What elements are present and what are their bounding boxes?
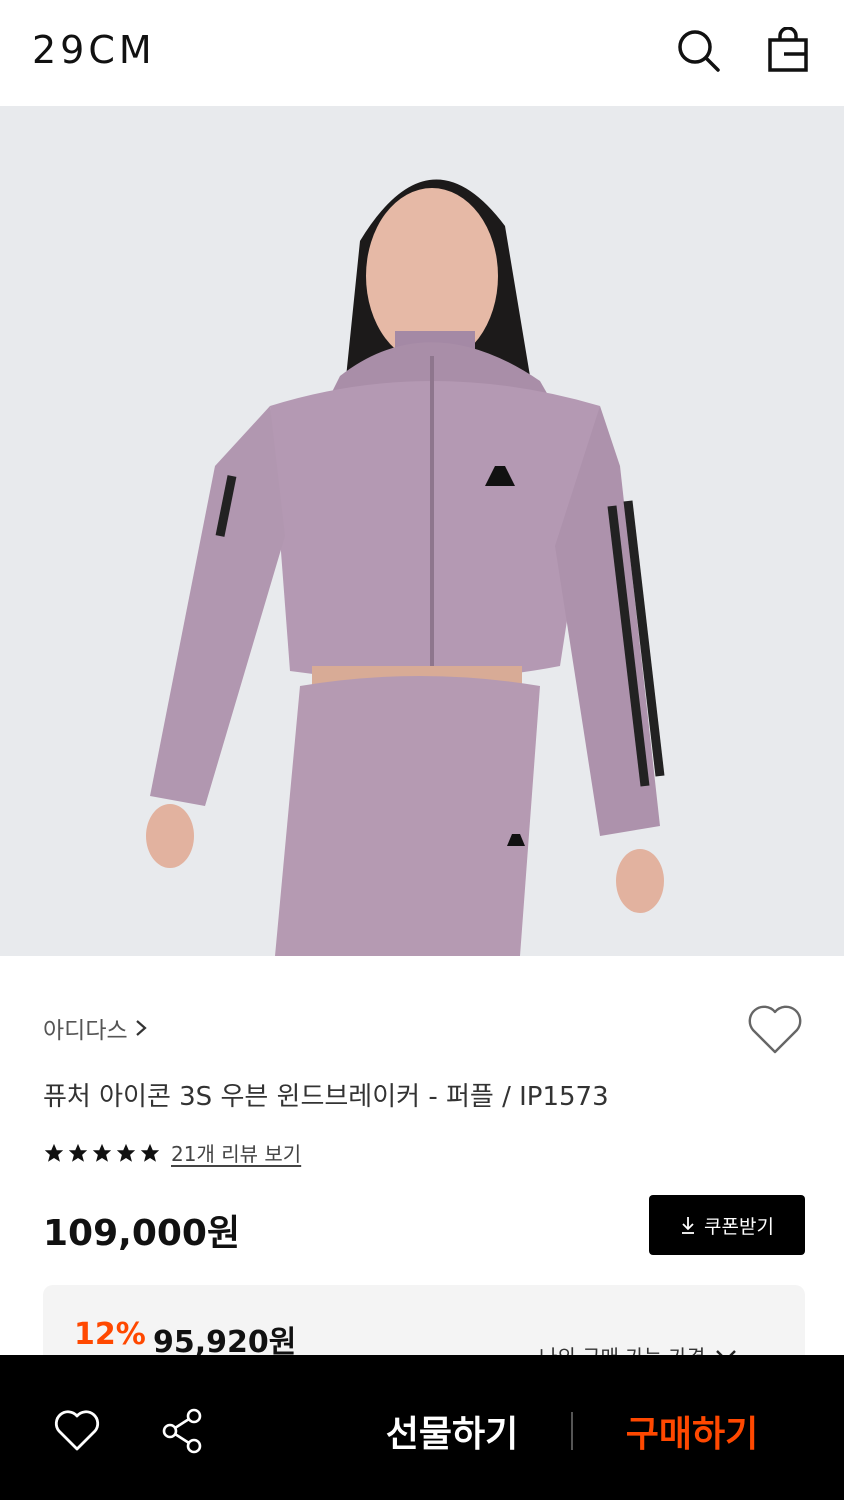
product-price: 109,000원: [43, 1213, 241, 1254]
star-icon: [68, 1143, 88, 1162]
product-title: 퓨처 아이콘 3S 우븐 윈드브레이커 - 퍼플 / IP1573: [43, 1082, 609, 1112]
star-rating: [43, 1142, 161, 1164]
product-image[interactable]: [0, 106, 844, 956]
get-coupon-button[interactable]: 쿠폰받기: [649, 1195, 805, 1255]
share-button[interactable]: [158, 1407, 206, 1455]
rating-row: 21개 리뷰 보기: [43, 1138, 301, 1167]
buy-button[interactable]: 구매하기: [592, 1403, 792, 1459]
cart-button[interactable]: [764, 26, 812, 74]
divider: [571, 1412, 573, 1450]
product-photo: [146, 179, 665, 956]
chevron-right-icon: [135, 1020, 147, 1036]
star-icon: [140, 1143, 160, 1162]
share-icon: [162, 1408, 202, 1454]
search-icon: [678, 30, 720, 72]
bottom-action-bar: 선물하기 구매하기: [0, 1355, 844, 1500]
coupon-label: 쿠폰받기: [704, 1215, 774, 1238]
logo[interactable]: 29CM: [32, 28, 156, 72]
reviews-link[interactable]: 21개 리뷰 보기: [171, 1138, 301, 1167]
brand-name: 아디다스: [43, 1018, 128, 1044]
wishlist-button[interactable]: [746, 1002, 804, 1056]
search-button[interactable]: [674, 26, 722, 74]
bottom-wishlist-button[interactable]: [53, 1407, 101, 1455]
heart-icon: [748, 1005, 802, 1054]
star-icon: [92, 1143, 112, 1162]
star-icon: [44, 1143, 64, 1162]
top-header: 29CM: [0, 0, 844, 106]
shopping-bag-icon: [768, 27, 808, 72]
discount-rate: 12%: [74, 1317, 146, 1352]
gift-button[interactable]: 선물하기: [352, 1403, 552, 1459]
star-icon: [116, 1143, 136, 1162]
download-icon: [682, 1217, 695, 1234]
brand-link[interactable]: 아디다스: [43, 1011, 148, 1045]
heart-icon: [54, 1410, 100, 1451]
